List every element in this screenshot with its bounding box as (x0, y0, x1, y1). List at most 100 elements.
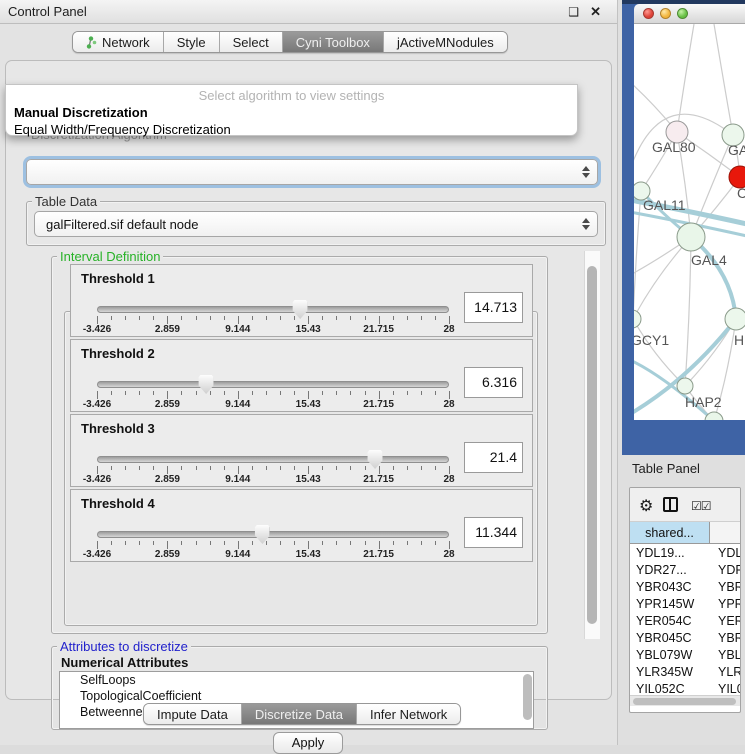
node-label: H (734, 332, 744, 348)
table-row[interactable]: YLR345WYLR34 (630, 663, 741, 680)
table-cell: YDR27... (630, 561, 710, 578)
table-cell: YER05 (710, 612, 741, 629)
content-scrollbar[interactable] (584, 251, 600, 639)
table-cell: YER054C (630, 612, 710, 629)
network-edge (677, 24, 694, 132)
network-canvas[interactable]: GAL80GACGAL11GAL4GCY1HHAP2 (634, 24, 745, 420)
close-traffic-light[interactable] (643, 8, 654, 19)
node-label: C (737, 185, 745, 201)
combo-stepper-icon (582, 218, 590, 230)
interval-definition-title: Interval Definition (57, 249, 163, 264)
table-data-group-title: Table Data (32, 194, 100, 209)
tab-impute-data[interactable]: Impute Data (144, 704, 242, 724)
popup-item-equal-width-frequency[interactable]: Equal Width/Frequency Discretization (6, 121, 577, 138)
float-window-icon[interactable]: ❑ (568, 5, 579, 19)
tab-label: Network (102, 35, 150, 50)
table-rows: YDL19...YDL19YDR27...YDR27YBR043CYBR04YP… (630, 544, 741, 697)
table-row[interactable]: YDR27...YDR27 (630, 561, 741, 578)
tab-discretize-data[interactable]: Discretize Data (242, 704, 357, 724)
table-cell: YBR04 (710, 578, 741, 595)
apply-button[interactable]: Apply (273, 732, 343, 754)
tab-cyni-toolbox[interactable]: Cyni Toolbox (283, 32, 384, 52)
slider-tick-labels: -3.4262.8599.14415.4321.71528 (97, 324, 449, 335)
node-label: GAL11 (643, 197, 686, 213)
network-graph: GAL80GACGAL11GAL4GCY1HHAP2 (634, 24, 745, 420)
column-header-name[interactable]: na... (710, 522, 741, 544)
slider-ticks (97, 466, 449, 474)
table-row[interactable]: YPR145WYPR14 (630, 595, 741, 612)
numerical-attributes-label: Numerical Attributes (61, 655, 188, 670)
control-panel: Control Panel ❑ ✕ Network Style Select Cyni… (0, 0, 618, 745)
slider-track[interactable] (97, 381, 449, 388)
network-node-gal4[interactable] (677, 223, 705, 251)
network-node[interactable] (705, 412, 723, 420)
bottom-tab-bar: Impute DataDiscretize DataInfer Network (143, 703, 461, 725)
tab-style[interactable]: Style (164, 32, 220, 52)
panel-title: Control Panel (8, 4, 87, 19)
threshold-label: Threshold 3 (81, 421, 155, 436)
tab-select[interactable]: Select (220, 32, 283, 52)
popup-item-manual-discretization[interactable]: Manual Discretization (6, 104, 577, 121)
column-header-shared-name[interactable]: shared... (630, 522, 710, 544)
network-icon (86, 36, 97, 49)
slider-tick-labels: -3.4262.8599.14415.4321.71528 (97, 474, 449, 485)
table-toolbar: ⚙ ☑☑ (630, 488, 740, 522)
network-node-gcy1[interactable] (634, 310, 641, 328)
table-horizontal-scrollbar[interactable] (630, 695, 740, 706)
threshold-value-field[interactable]: 6.316 (464, 367, 523, 398)
table-row[interactable]: YBR043CYBR04 (630, 578, 741, 595)
slider-ticks (97, 316, 449, 324)
threshold-value-field[interactable]: 21.4 (464, 442, 523, 473)
top-tab-bar: Network Style Select Cyni ToolboxjActiveMNo… (72, 31, 508, 53)
threshold-row-3: Threshold 3 -3.4262.8599.14415.4321.71528… (70, 414, 533, 487)
attribute-item-selfloops[interactable]: SelfLoops (60, 672, 533, 688)
tab-jactivemnodules[interactable]: jActiveMNodules (384, 32, 507, 52)
table-data-selected: galFiltered.sif default node (46, 217, 198, 232)
tab-network[interactable]: Network (73, 32, 164, 52)
threshold-label: Threshold 1 (81, 271, 155, 286)
table-row[interactable]: YDL19...YDL19 (630, 544, 741, 561)
network-node-h[interactable] (725, 308, 745, 330)
slider-ticks (97, 391, 449, 399)
tab-infer-network[interactable]: Infer Network (357, 704, 460, 724)
content-scrollbar-thumb[interactable] (587, 266, 597, 624)
slider-track[interactable] (97, 456, 449, 463)
table-cell: YBL079W (630, 646, 710, 663)
close-icon[interactable]: ✕ (590, 4, 601, 20)
gear-icon[interactable]: ⚙ (639, 496, 653, 516)
table-row[interactable]: YBL079WYBL07 (630, 646, 741, 663)
attributes-group-title: Attributes to discretize (57, 639, 191, 654)
table-cell: YBR04 (710, 629, 741, 646)
attributes-list-scrollbar[interactable] (523, 674, 532, 720)
app-root: Control Panel ❑ ✕ Network Style Select Cyni… (0, 0, 745, 745)
node-label: GA (728, 142, 745, 158)
network-view-window: GAL80GACGAL11GAL4GCY1HHAP2 (622, 0, 745, 455)
minimize-traffic-light[interactable] (660, 8, 671, 19)
table-row[interactable]: YBR045CYBR04 (630, 629, 741, 646)
network-window-titlebar[interactable] (634, 4, 745, 24)
algorithm-combobox[interactable] (26, 159, 598, 185)
tab-label: Select (233, 35, 269, 50)
attribute-item-topologicalcoefficient[interactable]: TopologicalCoefficient (60, 688, 533, 704)
table-data-combobox[interactable]: galFiltered.sif default node (34, 211, 598, 237)
table-cell: YBR045C (630, 629, 710, 646)
table-panel: ⚙ ☑☑ shared... na... YDL19...YDL19YDR27.… (629, 487, 741, 713)
node-label: HAP2 (685, 394, 722, 410)
slider-track[interactable] (97, 531, 449, 538)
slider-tick-labels: -3.4262.8599.14415.4321.71528 (97, 549, 449, 560)
slider-ticks (97, 541, 449, 549)
columns-icon[interactable] (663, 497, 678, 512)
checkbox-icons[interactable]: ☑☑ (691, 499, 711, 513)
node-label: GAL80 (652, 139, 696, 155)
threshold-value-field[interactable]: 11.344 (464, 517, 523, 548)
zoom-traffic-light[interactable] (677, 8, 688, 19)
threshold-value-field[interactable]: 14.713 (464, 292, 523, 323)
threshold-label: Threshold 2 (81, 346, 155, 361)
slider-track[interactable] (97, 306, 449, 313)
table-row[interactable]: YER054CYER05 (630, 612, 741, 629)
network-edge (634, 237, 691, 319)
control-panel-header: Control Panel ❑ ✕ (0, 0, 617, 24)
table-cell: YLR345W (630, 663, 710, 680)
network-node-hap2[interactable] (677, 378, 693, 394)
node-label: GAL4 (691, 252, 727, 268)
